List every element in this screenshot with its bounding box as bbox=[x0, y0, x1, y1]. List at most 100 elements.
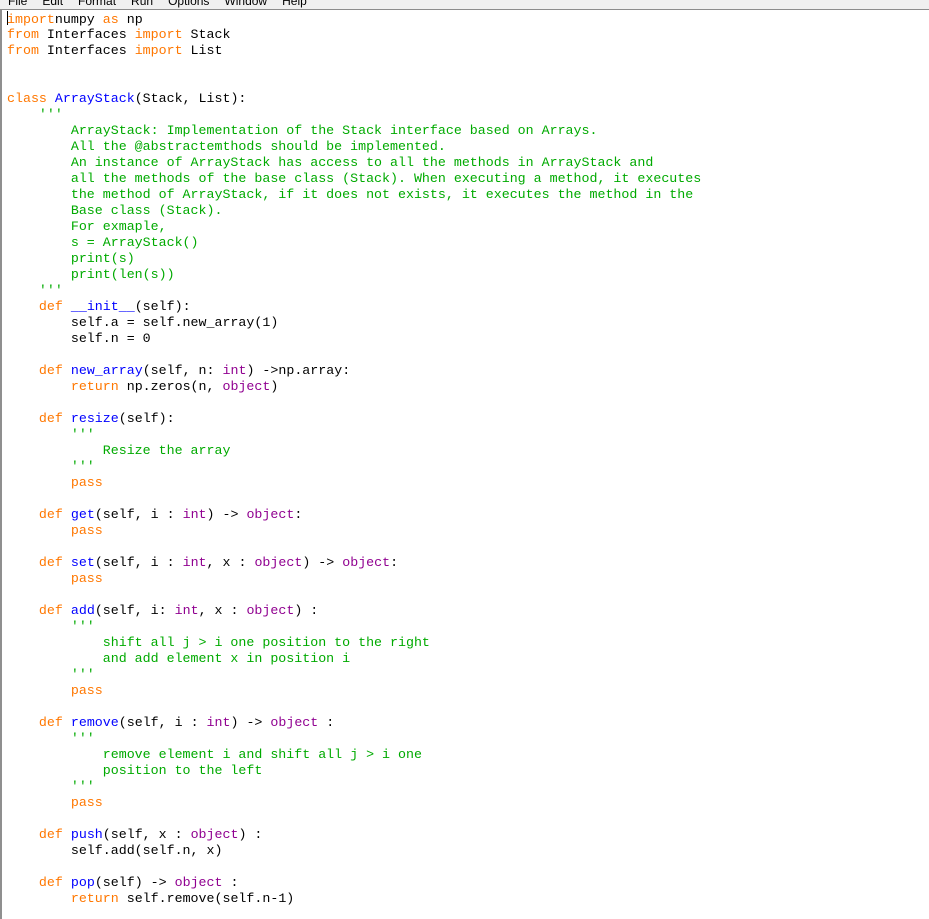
string-token: all the methods of the base class (Stack… bbox=[7, 171, 702, 186]
code-line[interactable]: position to the left bbox=[7, 763, 701, 779]
code-line[interactable]: For exmaple, bbox=[7, 219, 701, 235]
code-token: Stack bbox=[182, 27, 231, 42]
menu-help[interactable]: Help bbox=[274, 0, 314, 8]
menu-file[interactable]: File bbox=[0, 0, 34, 8]
code-token: self.a = self.new_array(1) bbox=[7, 315, 279, 330]
code-line[interactable]: self.add(self.n, x) bbox=[7, 843, 701, 859]
menu-run[interactable]: Run bbox=[123, 0, 160, 8]
keyword-token: def bbox=[38, 507, 63, 522]
code-line[interactable]: ''' bbox=[7, 779, 701, 795]
code-text-area[interactable]: importnumpy as np from Interfaces import … bbox=[7, 11, 701, 907]
code-line[interactable]: Resize the array bbox=[7, 443, 701, 459]
code-line[interactable]: pass bbox=[7, 571, 701, 587]
keyword-token: as bbox=[102, 12, 119, 27]
code-token: (self): bbox=[134, 299, 191, 314]
code-line[interactable] bbox=[7, 59, 701, 75]
code-line[interactable]: ''' bbox=[7, 619, 701, 635]
code-line[interactable]: def push(self, x : object) : bbox=[7, 827, 701, 843]
keyword-token: pass bbox=[70, 475, 103, 490]
code-line[interactable] bbox=[7, 491, 701, 507]
code-line[interactable]: class ArrayStack(Stack, List): bbox=[7, 91, 701, 107]
code-token: Interfaces bbox=[38, 27, 135, 42]
definition-token: resize bbox=[70, 411, 119, 426]
code-line[interactable] bbox=[7, 75, 701, 91]
code-line[interactable] bbox=[7, 347, 701, 363]
keyword-token: import bbox=[134, 43, 183, 58]
code-line[interactable]: shift all j > i one position to the righ… bbox=[7, 635, 701, 651]
code-line[interactable]: All the @abstractemthods should be imple… bbox=[7, 139, 701, 155]
code-line[interactable]: An instance of ArrayStack has access to … bbox=[7, 155, 701, 171]
code-line[interactable]: ArrayStack: Implementation of the Stack … bbox=[7, 123, 701, 139]
string-token: Base class (Stack). bbox=[7, 203, 223, 218]
code-line[interactable] bbox=[7, 395, 701, 411]
code-line[interactable]: self.n = 0 bbox=[7, 331, 701, 347]
code-line[interactable]: def remove(self, i : int) -> object : bbox=[7, 715, 701, 731]
code-line[interactable]: def new_array(self, n: int) ->np.array: bbox=[7, 363, 701, 379]
code-line[interactable] bbox=[7, 699, 701, 715]
code-line[interactable]: pass bbox=[7, 795, 701, 811]
code-line[interactable]: def resize(self): bbox=[7, 411, 701, 427]
menu-format[interactable]: Format bbox=[70, 0, 123, 8]
code-line[interactable]: print(s) bbox=[7, 251, 701, 267]
code-line[interactable]: def set(self, i : int, x : object) -> ob… bbox=[7, 555, 701, 571]
code-line[interactable]: def add(self, i: int, x : object) : bbox=[7, 603, 701, 619]
code-line[interactable]: all the methods of the base class (Stack… bbox=[7, 171, 701, 187]
code-line[interactable]: s = ArrayStack() bbox=[7, 235, 701, 251]
string-token: print(s) bbox=[7, 251, 135, 266]
builtin-token: int bbox=[182, 555, 207, 570]
code-line[interactable]: pass bbox=[7, 683, 701, 699]
code-line[interactable]: ''' bbox=[7, 459, 701, 475]
code-line[interactable]: def get(self, i : int) -> object: bbox=[7, 507, 701, 523]
code-line[interactable]: remove element i and shift all j > i one bbox=[7, 747, 701, 763]
code-line[interactable]: and add element x in position i bbox=[7, 651, 701, 667]
code-line[interactable]: ''' bbox=[7, 427, 701, 443]
code-line[interactable]: ''' bbox=[7, 667, 701, 683]
code-line[interactable]: def __init__(self): bbox=[7, 299, 701, 315]
code-line[interactable]: ''' bbox=[7, 283, 701, 299]
code-token: , x : bbox=[198, 603, 247, 618]
code-line[interactable]: pass bbox=[7, 523, 701, 539]
code-line[interactable]: ''' bbox=[7, 731, 701, 747]
code-line[interactable]: from Interfaces import Stack bbox=[7, 27, 701, 43]
code-editor[interactable]: importnumpy as np from Interfaces import … bbox=[0, 10, 929, 919]
menu-options[interactable]: Options bbox=[160, 0, 216, 8]
code-token: ) -> bbox=[302, 555, 343, 570]
code-line[interactable] bbox=[7, 587, 701, 603]
string-token: ''' bbox=[70, 459, 95, 474]
code-line[interactable] bbox=[7, 811, 701, 827]
definition-token: get bbox=[70, 507, 95, 522]
code-line[interactable]: importnumpy as np bbox=[7, 11, 701, 27]
code-line[interactable]: from Interfaces import List bbox=[7, 43, 701, 59]
code-line[interactable]: def pop(self) -> object : bbox=[7, 875, 701, 891]
code-line[interactable]: ''' bbox=[7, 107, 701, 123]
code-token: self.add(self.n, x) bbox=[7, 843, 223, 858]
builtin-token: object bbox=[246, 603, 295, 618]
code-line[interactable]: return np.zeros(n, object) bbox=[7, 379, 701, 395]
code-line[interactable]: pass bbox=[7, 475, 701, 491]
keyword-token: pass bbox=[70, 571, 103, 586]
code-line[interactable]: the method of ArrayStack, if it does not… bbox=[7, 187, 701, 203]
menu-edit[interactable]: Edit bbox=[34, 0, 70, 8]
definition-token: add bbox=[70, 603, 95, 618]
code-line[interactable]: print(len(s)) bbox=[7, 267, 701, 283]
code-line[interactable]: Base class (Stack). bbox=[7, 203, 701, 219]
code-line[interactable] bbox=[7, 859, 701, 875]
menu-window[interactable]: Window bbox=[216, 0, 274, 8]
code-line[interactable] bbox=[7, 539, 701, 555]
builtin-token: int bbox=[182, 507, 207, 522]
code-line[interactable]: self.a = self.new_array(1) bbox=[7, 315, 701, 331]
code-token: (self) -> bbox=[94, 875, 175, 890]
string-token: ArrayStack: Implementation of the Stack … bbox=[7, 123, 598, 138]
code-line[interactable]: return self.remove(self.n-1) bbox=[7, 891, 701, 907]
